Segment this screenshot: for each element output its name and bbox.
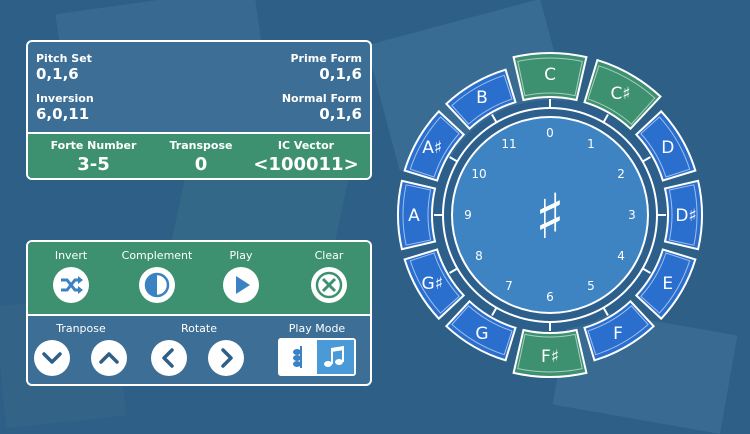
tranpose-label: Tranpose bbox=[56, 322, 106, 335]
pitch-number-4: 4 bbox=[617, 249, 625, 263]
pitch-number-10: 10 bbox=[471, 167, 486, 181]
set-info-bottom: Forte Number 3-5 Transpose 0 IC Vector <… bbox=[28, 132, 370, 178]
note-label-1: C♯ bbox=[610, 84, 630, 104]
transpose-label: Transpose bbox=[169, 139, 233, 152]
note-label-2: D bbox=[661, 138, 674, 158]
ic-vector-value: <100011> bbox=[253, 154, 359, 175]
invert-label: Invert bbox=[54, 249, 88, 262]
forte-number-value: 3-5 bbox=[77, 154, 110, 175]
inversion-value: 6,0,11 bbox=[36, 105, 90, 123]
pitch-number-11: 11 bbox=[501, 137, 516, 151]
ic-vector-label: IC Vector bbox=[277, 139, 335, 152]
pitch-number-0: 0 bbox=[546, 126, 554, 140]
note-label-10: A♯ bbox=[422, 138, 442, 158]
pitch-number-3: 3 bbox=[628, 208, 636, 222]
note-label-9: A bbox=[408, 206, 420, 226]
pitch-number-9: 9 bbox=[464, 208, 472, 222]
pitch-number-6: 6 bbox=[546, 290, 554, 304]
forte-number-label: Forte Number bbox=[50, 139, 137, 152]
inversion-label: Inversion bbox=[36, 92, 94, 105]
play-mode-chord[interactable] bbox=[280, 340, 317, 374]
note-label-4: E bbox=[662, 274, 673, 294]
chevron-down-icon bbox=[42, 352, 62, 364]
chevron-up-icon bbox=[99, 352, 119, 364]
clear-label: Clear bbox=[314, 249, 344, 262]
play-label: Play bbox=[229, 249, 253, 262]
note-label-8: G♯ bbox=[422, 274, 443, 294]
shuffle-icon bbox=[61, 276, 83, 294]
note-label-11: B bbox=[476, 88, 488, 108]
rotate-left-button[interactable] bbox=[151, 340, 187, 376]
normal-form-value: 0,1,6 bbox=[319, 105, 362, 123]
chord-notes-icon bbox=[293, 346, 302, 368]
transpose-up-button[interactable] bbox=[91, 340, 127, 376]
control-panel: Invert Complement Play Clear Tranpose Ro… bbox=[26, 240, 372, 386]
set-info-top: Pitch Set 0,1,6 Prime Form 0,1,6 Inversi… bbox=[28, 42, 370, 132]
pitch-number-1: 1 bbox=[587, 137, 595, 151]
pitch-number-7: 7 bbox=[505, 279, 513, 293]
play-mode-toggle[interactable] bbox=[278, 338, 356, 376]
note-label-7: G bbox=[475, 324, 488, 344]
play-button[interactable] bbox=[223, 267, 259, 303]
pitch-class-wheel: C C♯ D D♯ E F F♯ G G♯ A A♯ B 0 1 2 3 4 5 6 7 8 9 10 11 ♯ bbox=[397, 52, 703, 378]
control-top-row: Invert Complement Play Clear bbox=[28, 242, 370, 316]
note-label-5: F bbox=[613, 324, 623, 344]
close-icon bbox=[315, 271, 343, 299]
half-circle-icon bbox=[144, 272, 170, 298]
transpose-down-button[interactable] bbox=[34, 340, 70, 376]
play-icon bbox=[236, 276, 250, 294]
chevron-right-icon bbox=[221, 348, 233, 368]
note-label-6: F♯ bbox=[541, 347, 559, 367]
clear-button[interactable] bbox=[311, 267, 347, 303]
prime-form-value: 0,1,6 bbox=[319, 65, 362, 83]
note-label-0: C bbox=[544, 65, 556, 85]
transpose-value: 0 bbox=[194, 154, 208, 175]
note-label-3: D♯ bbox=[675, 206, 696, 226]
pitch-set-value: 0,1,6 bbox=[36, 65, 79, 83]
pitch-number-5: 5 bbox=[587, 279, 595, 293]
melody-notes-icon bbox=[324, 346, 344, 367]
invert-button[interactable] bbox=[53, 267, 89, 303]
prime-form-label: Prime Form bbox=[290, 52, 362, 65]
play-mode-melody[interactable] bbox=[317, 340, 354, 374]
pitch-number-2: 2 bbox=[617, 167, 625, 181]
control-bottom-row: Tranpose Rotate Play Mode bbox=[28, 316, 370, 384]
sharp-symbol: ♯ bbox=[535, 180, 565, 253]
pitch-number-8: 8 bbox=[475, 249, 483, 263]
pitch-set-label: Pitch Set bbox=[36, 52, 92, 65]
complement-button[interactable] bbox=[139, 267, 175, 303]
play-mode-label: Play Mode bbox=[288, 322, 346, 335]
chevron-left-icon bbox=[162, 348, 174, 368]
normal-form-label: Normal Form bbox=[281, 92, 362, 105]
rotate-right-button[interactable] bbox=[208, 340, 244, 376]
set-info-panel: Pitch Set 0,1,6 Prime Form 0,1,6 Inversi… bbox=[26, 40, 372, 180]
complement-label: Complement bbox=[121, 249, 193, 262]
rotate-label: Rotate bbox=[180, 322, 217, 335]
